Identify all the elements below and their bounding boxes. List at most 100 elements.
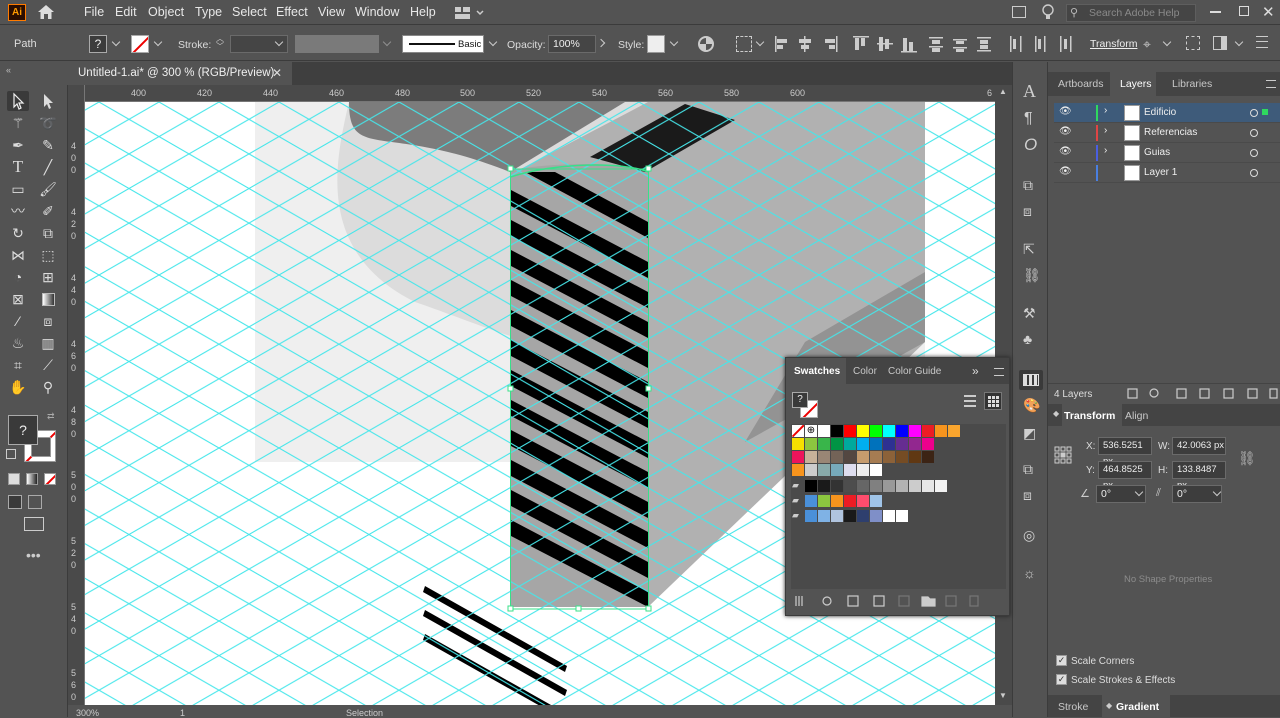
opentype-panel-icon[interactable]: O bbox=[1024, 136, 1037, 153]
isolate-object-icon[interactable]: ⌖ bbox=[1143, 36, 1151, 53]
color-guide-panel-icon[interactable]: ◩ bbox=[1023, 426, 1036, 440]
pattern-swatch[interactable] bbox=[831, 464, 843, 476]
color-swatch[interactable] bbox=[883, 425, 895, 437]
rectangle-icon[interactable]: ▭ bbox=[7, 179, 29, 199]
symbol-sprayer-icon[interactable]: ♨ bbox=[7, 333, 29, 353]
layer-name[interactable]: Layer 1 bbox=[1144, 167, 1177, 178]
default-fill-stroke-icon[interactable] bbox=[6, 449, 16, 459]
edit-toolbar-icon[interactable]: ••• bbox=[26, 547, 41, 563]
color-swatch[interactable] bbox=[948, 425, 960, 437]
style-swatch[interactable] bbox=[647, 35, 665, 53]
group-swatch[interactable] bbox=[896, 510, 908, 522]
toolbar-collapse-icon[interactable]: « bbox=[6, 65, 11, 75]
stroke-weight-stepper[interactable]: ︿ ﹀ bbox=[214, 35, 226, 53]
stroke-dropdown-icon[interactable] bbox=[153, 37, 163, 47]
tab-artboards[interactable]: Artboards bbox=[1058, 78, 1104, 90]
color-swatch[interactable] bbox=[831, 425, 843, 437]
free-transform-icon[interactable]: ⬚ bbox=[37, 245, 59, 265]
tab-transform[interactable]: Transform bbox=[1064, 410, 1115, 422]
expand-panel-icon[interactable]: » bbox=[972, 364, 979, 378]
menu-edit[interactable]: Edit bbox=[115, 5, 137, 19]
group-swatch[interactable] bbox=[805, 510, 817, 522]
menu-window[interactable]: Window bbox=[355, 5, 399, 19]
color-swatch[interactable] bbox=[909, 438, 921, 450]
arrange-documents-icon[interactable] bbox=[1012, 6, 1026, 18]
collapse-arrow-icon[interactable]: ◆ bbox=[1106, 701, 1112, 710]
draw-behind-icon[interactable] bbox=[28, 495, 42, 509]
layer-row-referencias[interactable]: 👁 › Referencias bbox=[1054, 123, 1280, 143]
pattern-swatch[interactable] bbox=[792, 464, 804, 476]
color-swatch[interactable] bbox=[883, 438, 895, 450]
width-icon[interactable]: ⋈ bbox=[7, 245, 29, 265]
scroll-down-icon[interactable]: ▼ bbox=[999, 691, 1007, 700]
menu-type[interactable]: Type bbox=[195, 5, 222, 19]
lasso-icon[interactable]: ➰ bbox=[37, 113, 59, 133]
scale-icon[interactable]: ⧉ bbox=[37, 223, 59, 243]
pattern-swatch[interactable] bbox=[870, 464, 882, 476]
h-input[interactable]: 133.8487 px bbox=[1172, 461, 1226, 491]
folder-icon[interactable]: ▰ bbox=[792, 495, 804, 507]
layer-name[interactable]: Referencias bbox=[1144, 127, 1197, 138]
workspace-switcher-icon[interactable] bbox=[455, 6, 485, 20]
graphic-styles-panel-icon[interactable]: ☼ bbox=[1023, 566, 1036, 580]
line-segment-icon[interactable]: ╱ bbox=[37, 157, 59, 177]
menu-select[interactable]: Select bbox=[232, 5, 267, 19]
target-circle-icon[interactable] bbox=[1250, 109, 1258, 117]
menu-view[interactable]: View bbox=[318, 5, 345, 19]
color-swatch[interactable] bbox=[909, 425, 921, 437]
color-swatch[interactable] bbox=[870, 438, 882, 450]
group-swatch[interactable] bbox=[831, 510, 843, 522]
scroll-up-icon[interactable]: ▲ bbox=[999, 87, 1007, 96]
select-similar-icon[interactable] bbox=[1186, 36, 1200, 50]
symbols-panel-icon[interactable]: ♣ bbox=[1023, 332, 1032, 346]
tab-color-guide[interactable]: Color Guide bbox=[888, 366, 941, 377]
menu-help[interactable]: Help bbox=[410, 5, 436, 19]
appearance-panel-icon[interactable]: ◎ bbox=[1023, 528, 1035, 542]
rotate-icon[interactable]: ↻ bbox=[7, 223, 29, 243]
color-swatch[interactable] bbox=[792, 451, 804, 463]
color-swatch[interactable] bbox=[935, 425, 947, 437]
variable-width-profile[interactable] bbox=[295, 35, 379, 53]
group-swatch[interactable] bbox=[831, 495, 843, 507]
color-mode-button[interactable] bbox=[8, 473, 20, 485]
target-circle-icon[interactable] bbox=[1250, 149, 1258, 157]
style-dropdown-icon[interactable] bbox=[669, 37, 679, 47]
group-swatch[interactable] bbox=[896, 480, 908, 492]
color-swatch[interactable] bbox=[922, 425, 934, 437]
search-help-field[interactable]: ⚲ Search Adobe Help bbox=[1066, 4, 1196, 22]
color-swatch[interactable] bbox=[805, 451, 817, 463]
swatch-fill-indicator[interactable]: ? bbox=[792, 392, 808, 408]
folder-icon[interactable]: ▰ bbox=[792, 510, 804, 522]
column-graph-icon[interactable]: ▥ bbox=[37, 333, 59, 353]
draw-normal-icon[interactable] bbox=[8, 495, 22, 509]
paragraph-panel-icon[interactable]: ¶ bbox=[1024, 111, 1033, 127]
collapse-arrow-icon[interactable]: ◆ bbox=[1053, 409, 1059, 418]
color-swatch[interactable] bbox=[818, 451, 830, 463]
w-input[interactable]: 42.0063 px bbox=[1172, 437, 1226, 455]
target-circle-icon[interactable] bbox=[1250, 169, 1258, 177]
direct-selection-tool[interactable] bbox=[37, 91, 59, 111]
minimize-button[interactable] bbox=[1210, 11, 1221, 13]
gradient-icon[interactable] bbox=[37, 289, 59, 309]
fill-dropdown-icon[interactable] bbox=[111, 37, 121, 47]
brush-dropdown-icon[interactable] bbox=[488, 37, 498, 47]
layer-row-layer-1[interactable]: 👁 Layer 1 bbox=[1054, 163, 1280, 183]
close-tab-icon[interactable]: ✕ bbox=[272, 62, 282, 85]
perspective-grid-icon[interactable]: ⊞ bbox=[37, 267, 59, 287]
align-to-dropdown-icon[interactable] bbox=[755, 37, 765, 47]
color-swatch[interactable] bbox=[883, 451, 895, 463]
brush-definition[interactable]: Basic bbox=[402, 35, 484, 53]
visibility-eye-icon[interactable]: 👁 bbox=[1059, 106, 1072, 117]
menu-file[interactable]: File bbox=[84, 5, 104, 19]
gradient-mode-button[interactable] bbox=[26, 473, 38, 485]
color-swatch[interactable] bbox=[792, 438, 804, 450]
folder-icon[interactable]: ▰ bbox=[792, 480, 804, 492]
visibility-eye-icon[interactable]: 👁 bbox=[1059, 126, 1072, 137]
color-swatch[interactable] bbox=[818, 438, 830, 450]
color-swatch[interactable] bbox=[896, 438, 908, 450]
scale-strokes-checkbox[interactable]: ✓ bbox=[1056, 674, 1067, 685]
target-circle-icon[interactable] bbox=[1250, 129, 1258, 137]
paintbrush-icon[interactable]: 🖌 bbox=[37, 179, 59, 199]
slice-icon[interactable]: ⟋ bbox=[37, 355, 59, 375]
group-swatch[interactable] bbox=[857, 495, 869, 507]
